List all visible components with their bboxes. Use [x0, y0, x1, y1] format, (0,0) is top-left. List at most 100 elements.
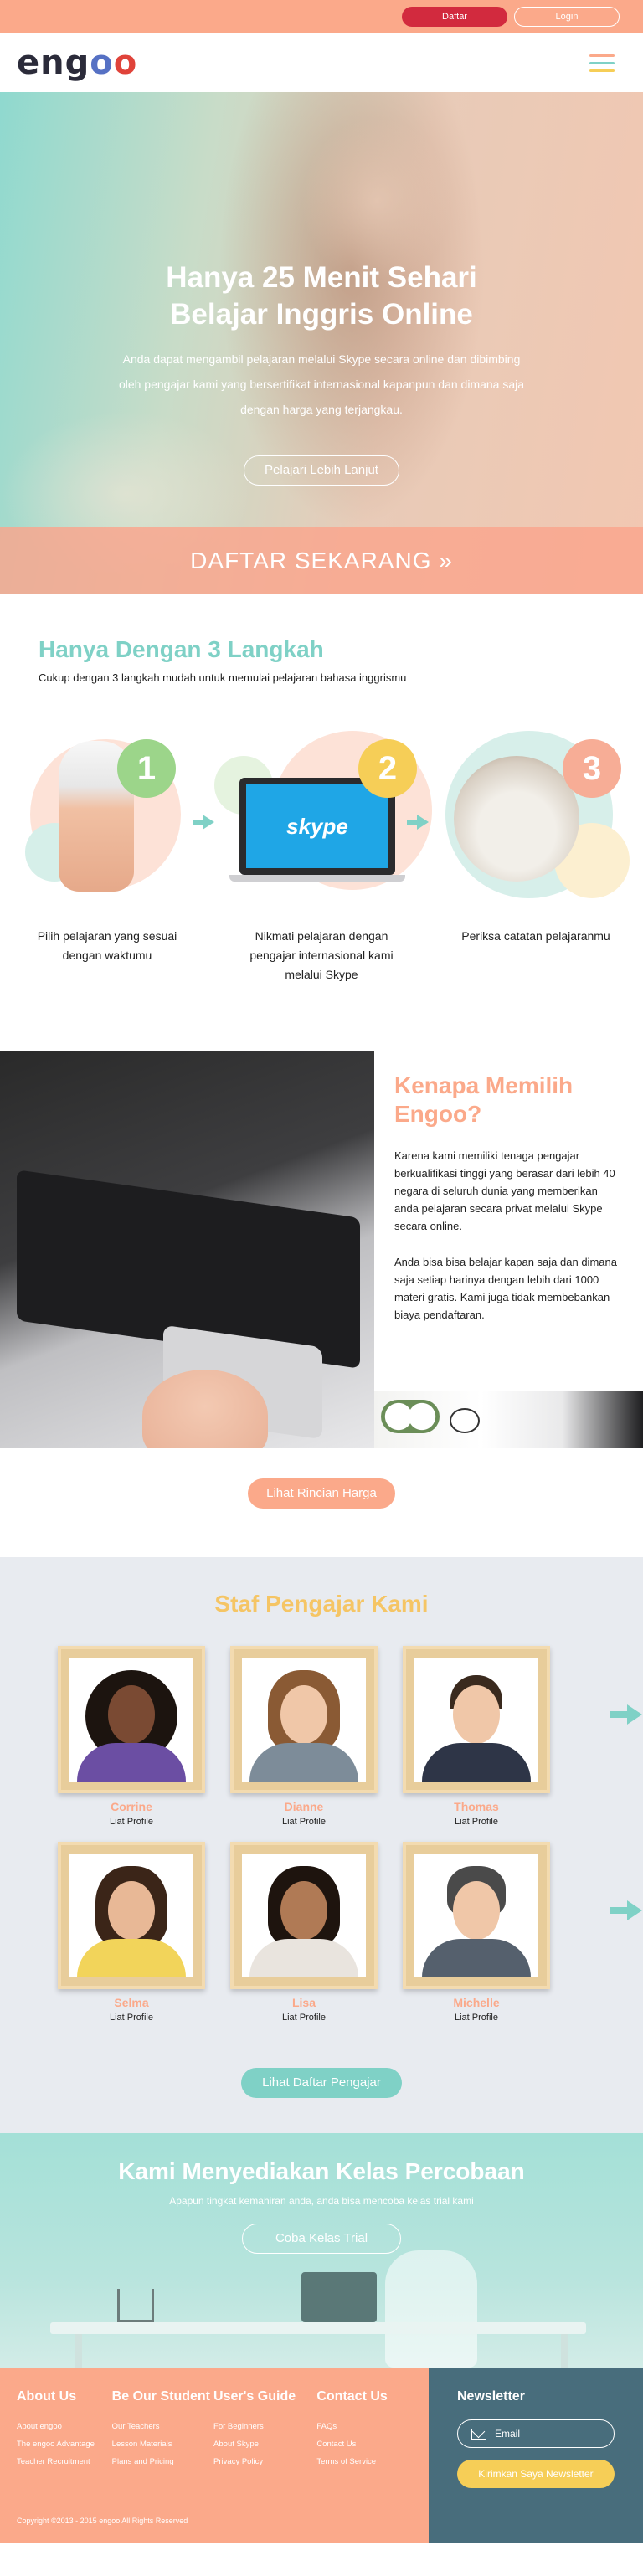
- teacher-card[interactable]: Selma Liat Profile: [58, 1842, 205, 2023]
- teacher-profile-link[interactable]: Liat Profile: [58, 2013, 205, 2023]
- arrow-right-icon: [407, 815, 429, 830]
- footer-link[interactable]: FAQs: [316, 2418, 412, 2435]
- teacher-card[interactable]: Thomas Liat Profile: [403, 1646, 550, 1827]
- footer-link[interactable]: Plans and Pricing: [112, 2453, 213, 2471]
- teacher-photo: [69, 1854, 193, 1977]
- footer-link[interactable]: For Beginners: [213, 2418, 316, 2435]
- teacher-shirt: [77, 1743, 186, 1782]
- hero-title: Hanya 25 Menit Sehari Belajar Inggris On…: [0, 260, 643, 333]
- next-arrow-icon[interactable]: [610, 1704, 643, 1725]
- teacher-photo-frame: [403, 1646, 550, 1793]
- teacher-photo: [242, 1854, 366, 1977]
- desk-leg: [561, 2334, 568, 2368]
- teacher-card[interactable]: Dianne Liat Profile: [230, 1646, 378, 1827]
- teacher-card[interactable]: Michelle Liat Profile: [403, 1842, 550, 2023]
- teacher-photo-frame: [58, 1842, 205, 1989]
- teacher-shirt: [249, 1939, 358, 1977]
- why-engoo-title: Kenapa Memilih Engoo?: [394, 1072, 574, 1127]
- teacher-photo: [69, 1658, 193, 1782]
- why-engoo-paragraph-2: Anda bisa bisa belajar kapan saja dan di…: [394, 1256, 617, 1321]
- next-arrow-icon[interactable]: [610, 1900, 643, 1920]
- footer-column-title: Be Our Student: [111, 2389, 211, 2404]
- newsletter-panel: Newsletter Email Kirimkan Saya Newslette…: [429, 2368, 643, 2543]
- desk-leg: [75, 2334, 82, 2368]
- hero-title-line1: Hanya 25 Menit Sehari: [166, 261, 477, 294]
- main-nav: eng o o: [0, 33, 643, 92]
- teacher-name: Thomas: [454, 1800, 499, 1813]
- teacher-photo-frame: [230, 1842, 378, 1989]
- footer-links: About Us About engoo The engoo Advantage…: [0, 2368, 429, 2543]
- footer-link[interactable]: About Skype: [213, 2435, 316, 2453]
- footer-link[interactable]: Lesson Materials: [112, 2435, 213, 2453]
- footer-link[interactable]: Contact Us: [316, 2435, 412, 2453]
- teacher-profile-link[interactable]: Liat Profile: [403, 1817, 550, 1827]
- footer-column-title: About Us: [17, 2389, 77, 2404]
- desk-image: [50, 2322, 586, 2334]
- why-engoo-text: Kenapa Memilih Engoo? Karena kami memili…: [374, 1051, 643, 1324]
- footer-link[interactable]: Terms of Service: [316, 2453, 412, 2471]
- teacher-profile-link[interactable]: Liat Profile: [230, 2013, 378, 2023]
- teacher-photo-frame: [230, 1646, 378, 1793]
- why-engoo-section: Kenapa Memilih Engoo? Karena kami memili…: [0, 1051, 643, 1448]
- footer-column-title: User's Guide: [213, 2389, 296, 2404]
- learn-more-button[interactable]: Pelajari Lebih Lanjut: [244, 455, 399, 486]
- login-button[interactable]: Login: [514, 7, 620, 27]
- engoo-logo[interactable]: eng o o: [17, 44, 137, 82]
- step-caption: Pilih pelajaran yang sesuai dengan waktu…: [37, 929, 177, 962]
- monitor-image: [301, 2272, 377, 2322]
- notebook-photo-icon: [454, 756, 579, 882]
- teacher-profile-link[interactable]: Liat Profile: [403, 2013, 550, 2023]
- footer-columns: About Us About engoo The engoo Advantage…: [17, 2389, 412, 2471]
- footer: About Us About engoo The engoo Advantage…: [0, 2368, 643, 2543]
- teacher-face: [453, 1684, 500, 1744]
- teacher-grid: Corrine Liat Profile Dianne Liat Profile: [58, 1646, 642, 2023]
- daftar-button[interactable]: Daftar: [402, 7, 507, 27]
- vase-image: [117, 2289, 154, 2322]
- pricing-details-button[interactable]: Lihat Rincian Harga: [248, 1478, 395, 1509]
- step-1: 1 Pilih pelajaran yang sesuai dengan wak…: [0, 731, 214, 985]
- teacher-face: [108, 1880, 155, 1940]
- step-2-illustration: skype 2: [214, 731, 432, 915]
- hero-description: Anda dapat mengambil pelajaran melalui S…: [118, 352, 525, 416]
- trial-subtitle: Apapun tingkat kemahiran anda, anda bisa…: [169, 2195, 474, 2207]
- hero-section: Hanya 25 Menit Sehari Belajar Inggris On…: [0, 92, 643, 594]
- footer-link[interactable]: The engoo Advantage: [17, 2435, 112, 2453]
- logo-o-red: o: [113, 44, 138, 82]
- footer-link[interactable]: Our Teachers: [112, 2418, 213, 2435]
- skype-logo-icon: skype: [246, 784, 388, 868]
- newsletter-email-input[interactable]: Email: [457, 2419, 615, 2448]
- why-engoo-paragraph-1: Karena kami memiliki tenaga pengajar ber…: [394, 1149, 615, 1232]
- teacher-name: Selma: [114, 1996, 149, 2009]
- footer-column-student: Be Our Student Our Teachers Lesson Mater…: [112, 2389, 213, 2471]
- top-bar: Daftar Login: [0, 0, 643, 33]
- hamburger-menu-icon[interactable]: [589, 54, 615, 72]
- teacher-face: [280, 1880, 327, 1940]
- step-3: 3 Periksa catatan pelajaranmu: [429, 731, 643, 985]
- step-1-illustration: 1: [0, 731, 214, 915]
- arrow-right-icon: [193, 815, 214, 830]
- footer-column-contact: Contact Us FAQs Contact Us Terms of Serv…: [316, 2389, 412, 2471]
- trial-class-button[interactable]: Coba Kelas Trial: [242, 2224, 401, 2254]
- laptop-base: [229, 875, 405, 882]
- teacher-list-button[interactable]: Lihat Daftar Pengajar: [241, 2068, 402, 2098]
- teacher-shirt: [77, 1939, 186, 1977]
- steps-subtitle: Cukup dengan 3 langkah mudah untuk memul…: [39, 671, 407, 684]
- teachers-section: Staf Pengajar Kami Corrine Liat Profile …: [0, 1557, 643, 2133]
- steps-row: 1 Pilih pelajaran yang sesuai dengan wak…: [0, 731, 643, 985]
- step-number-badge: 1: [117, 739, 176, 798]
- footer-link[interactable]: Teacher Recruitment: [17, 2453, 112, 2471]
- teacher-shirt: [422, 1939, 531, 1977]
- footer-link[interactable]: Privacy Policy: [213, 2453, 316, 2471]
- daftar-sekarang-banner[interactable]: DAFTAR SEKARANG »: [0, 527, 643, 594]
- newsletter-title: Newsletter: [457, 2389, 525, 2404]
- steps-title: Hanya Dengan 3 Langkah: [39, 636, 324, 662]
- hero-title-line2: Belajar Inggris Online: [170, 298, 473, 331]
- teacher-photo-frame: [58, 1646, 205, 1793]
- footer-link[interactable]: About engoo: [17, 2418, 112, 2435]
- teacher-card[interactable]: Corrine Liat Profile: [58, 1646, 205, 1827]
- teacher-profile-link[interactable]: Liat Profile: [58, 1817, 205, 1827]
- teacher-profile-link[interactable]: Liat Profile: [230, 1817, 378, 1827]
- copyright-text: Copyright ©2013 - 2015 engoo All Rights …: [17, 2517, 188, 2525]
- newsletter-submit-button[interactable]: Kirimkan Saya Newsletter: [457, 2460, 615, 2488]
- teacher-card[interactable]: Lisa Liat Profile: [230, 1842, 378, 2023]
